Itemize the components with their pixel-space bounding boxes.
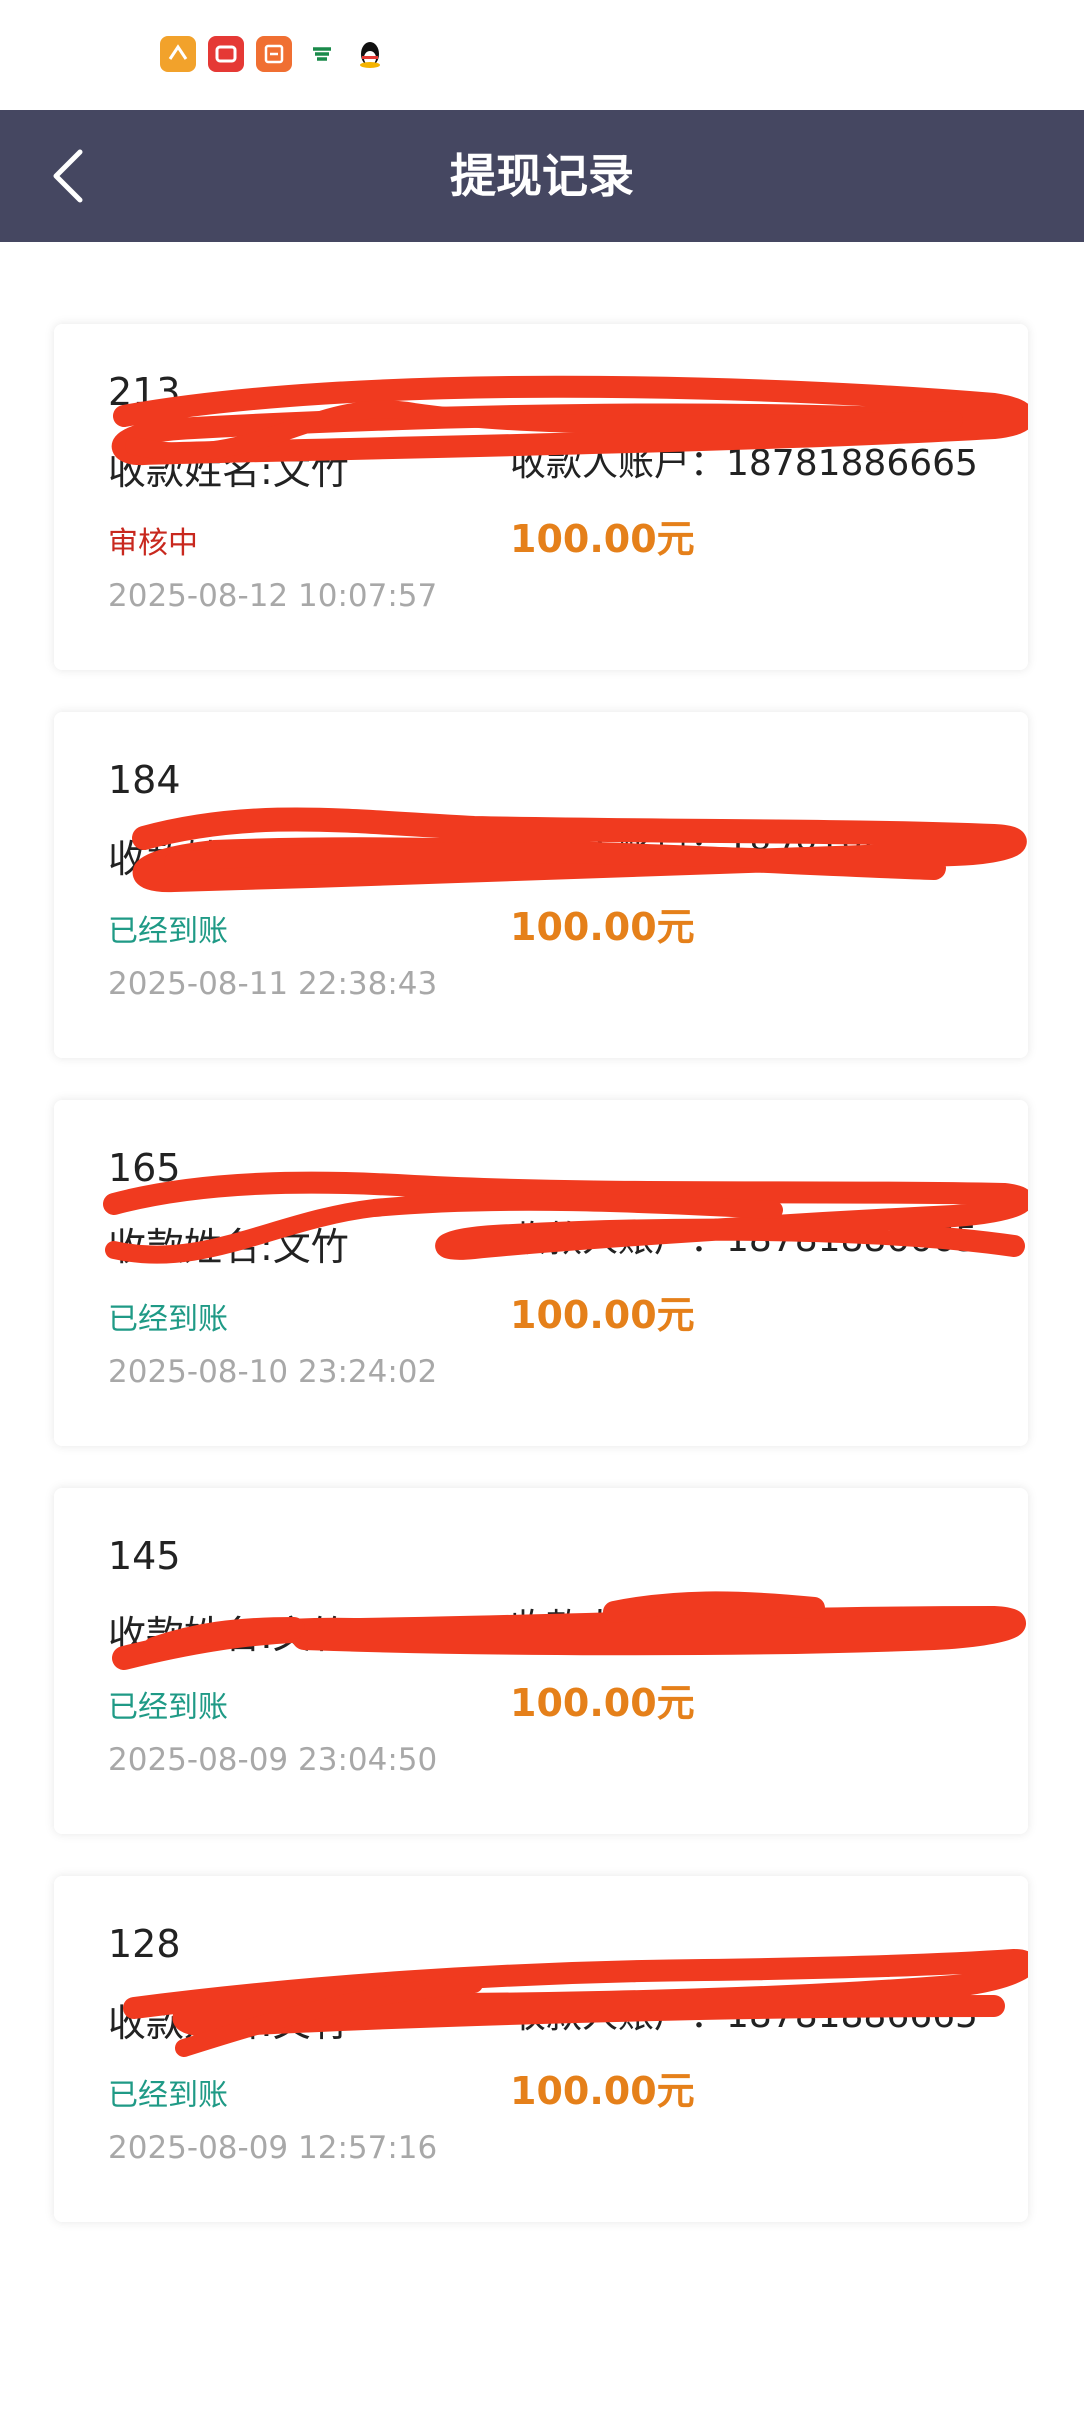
- payee-account: 收款人账户：18781886665: [510, 443, 978, 484]
- record-id: 184: [108, 758, 181, 802]
- redaction-scribble: [112, 1591, 1026, 1670]
- notification-icons: [160, 36, 388, 72]
- redaction-scribble: [111, 375, 1028, 466]
- nav-bar: 提现记录: [0, 110, 1084, 242]
- record-id: 213: [108, 370, 181, 414]
- amount: 100.00元: [510, 905, 695, 949]
- record-card[interactable]: 128 收款姓名:文竹 收款人账户：18781886665 已经到账 100.0…: [54, 1876, 1028, 2222]
- qq-penguin-icon: [352, 36, 388, 72]
- payee-name: 收款姓名:文竹: [108, 2001, 349, 2045]
- timestamp: 2025-08-12 10:07:57: [108, 578, 438, 614]
- timestamp: 2025-08-10 23:24:02: [108, 1354, 438, 1390]
- payee-account: 收款人账户：18781886665: [510, 1995, 978, 2036]
- amount: 100.00元: [510, 1681, 695, 1725]
- record-id: 165: [108, 1146, 181, 1190]
- amount: 100.00元: [510, 1293, 695, 1337]
- record-card[interactable]: 145 收款姓名:文竹 收款人账户：18781886665 已经到账 100.0…: [54, 1488, 1028, 1834]
- status-badge: 已经到账: [108, 2078, 228, 2113]
- record-card[interactable]: 165 收款姓名:文竹 收款人账户：18781886665 已经到账 100.0…: [54, 1100, 1028, 1446]
- record-card[interactable]: 184 收款姓名:文竹 收款人账户：18781886665 已经到账 100.0…: [54, 712, 1028, 1058]
- status-badge: 已经到账: [108, 914, 228, 949]
- amount: 100.00元: [510, 2069, 695, 2113]
- payee-name: 收款姓名:文竹: [108, 1225, 349, 1269]
- payee-account: 收款人账户：18781886665: [510, 1219, 978, 1260]
- redaction-scribble: [103, 1171, 1028, 1264]
- amount: 100.00元: [510, 517, 695, 561]
- payee-account: 收款人账户：18781886665: [510, 831, 978, 872]
- timestamp: 2025-08-09 23:04:50: [108, 1742, 438, 1778]
- record-id: 128: [108, 1922, 181, 1966]
- status-badge: 审核中: [108, 526, 198, 561]
- app-notification-icon: [160, 36, 196, 72]
- payee-name: 收款姓名:文竹: [108, 449, 349, 493]
- status-badge: 已经到账: [108, 1690, 228, 1725]
- payee-account: 收款人账户：18781886665: [510, 1607, 978, 1648]
- status-bar: [0, 0, 1084, 110]
- timestamp: 2025-08-09 12:57:16: [108, 2130, 438, 2166]
- status-badge: 已经到账: [108, 1302, 228, 1337]
- record-card[interactable]: 213 收款姓名:文竹 收款人账户：18781886665 审核中 100.00…: [54, 324, 1028, 670]
- timestamp: 2025-08-11 22:38:43: [108, 966, 438, 1002]
- payee-name: 收款姓名:文竹: [108, 837, 349, 881]
- taobao-icon: [256, 36, 292, 72]
- post-office-icon: [304, 36, 340, 72]
- video-app-icon: [208, 36, 244, 72]
- payee-name: 收款姓名:文竹: [108, 1613, 349, 1657]
- redaction-scribble: [132, 807, 1027, 893]
- redaction-scribble: [123, 1949, 1028, 2057]
- page-title: 提现记录: [450, 149, 634, 203]
- record-id: 145: [108, 1534, 181, 1578]
